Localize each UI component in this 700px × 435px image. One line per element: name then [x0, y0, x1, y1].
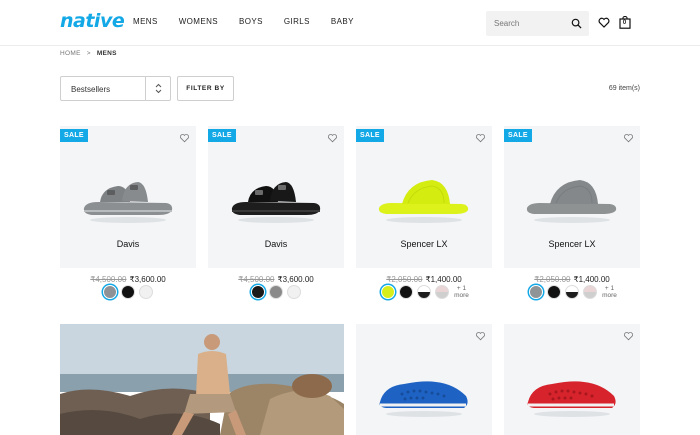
man-sitting-on-rocks-photo	[60, 324, 344, 435]
color-swatch[interactable]	[287, 285, 301, 299]
product-price: ₹2,050.00 ₹1,400.00	[504, 275, 640, 284]
slide-sandal-image[interactable]	[78, 170, 178, 230]
site-header: native MENS WOMENS BOYS GIRLS BABY 0	[0, 0, 700, 46]
sort-select[interactable]: Bestsellers	[60, 76, 171, 101]
more-colors-link[interactable]: + 1 more	[454, 285, 470, 299]
breadcrumb: HOME > MENS	[60, 50, 117, 57]
product-name[interactable]: Davis	[208, 239, 344, 249]
sort-arrows[interactable]	[145, 77, 170, 100]
product-price: ₹4,500.00 ₹3,600.00	[208, 275, 344, 284]
color-swatch[interactable]	[269, 285, 283, 299]
slide-sandal-image[interactable]	[374, 170, 474, 230]
wishlist-heart-icon[interactable]	[327, 133, 338, 143]
main-nav: MENS WOMENS BOYS GIRLS BABY	[133, 17, 375, 26]
cart-button[interactable]: 0	[619, 15, 631, 29]
breadcrumb-home[interactable]: HOME	[60, 50, 81, 57]
product-name[interactable]: Davis	[60, 239, 196, 249]
slide-sandal-image[interactable]	[226, 170, 326, 230]
wishlist-heart-icon[interactable]	[475, 133, 486, 143]
product-name[interactable]: Spencer LX	[504, 239, 640, 249]
sale-price: ₹3,600.00	[129, 275, 166, 284]
up-down-chevron-icon	[155, 83, 162, 94]
nav-item-womens[interactable]: WOMENS	[179, 17, 218, 26]
heart-icon[interactable]	[598, 16, 610, 29]
product-price: ₹4,500.00 ₹3,600.00	[60, 275, 196, 284]
breadcrumb-separator: >	[86, 50, 91, 57]
color-swatches	[60, 285, 196, 299]
color-swatch[interactable]	[528, 285, 543, 299]
search-box[interactable]	[486, 11, 589, 36]
wishlist-heart-icon[interactable]	[623, 331, 634, 341]
cart-count: 0	[622, 20, 627, 26]
nav-item-boys[interactable]: BOYS	[239, 17, 263, 26]
original-price: ₹4,500.00	[238, 275, 275, 284]
color-swatches	[208, 285, 344, 299]
color-swatch[interactable]	[564, 285, 579, 299]
sale-badge: SALE	[60, 129, 88, 142]
color-swatch[interactable]	[121, 285, 135, 299]
wishlist-heart-icon[interactable]	[179, 133, 190, 143]
original-price: ₹2,050.00	[386, 275, 423, 284]
more-colors-link[interactable]: + 1 more	[602, 285, 618, 299]
sale-price: ₹1,400.00	[573, 275, 610, 284]
filter-by-button[interactable]: FILTER BY	[177, 76, 234, 101]
original-price: ₹2,050.00	[534, 275, 571, 284]
color-swatch[interactable]	[139, 285, 153, 299]
color-swatch[interactable]	[582, 285, 597, 299]
perforated-shoe-image[interactable]	[522, 364, 622, 424]
item-count: 69 item(s)	[608, 85, 640, 92]
search-input[interactable]	[494, 17, 564, 30]
color-swatches: + 1 more	[356, 285, 492, 299]
breadcrumb-current: MENS	[96, 50, 117, 57]
wishlist-heart-icon[interactable]	[475, 331, 486, 341]
wishlist-heart-icon[interactable]	[623, 133, 634, 143]
search-icon[interactable]	[571, 18, 582, 29]
perforated-shoe-image[interactable]	[374, 364, 474, 424]
sale-price: ₹1,400.00	[425, 275, 462, 284]
color-swatches: + 1 more	[504, 285, 640, 299]
color-swatch[interactable]	[546, 285, 561, 299]
slide-sandal-image[interactable]	[522, 170, 622, 230]
nav-item-girls[interactable]: GIRLS	[284, 17, 310, 26]
original-price: ₹4,500.00	[90, 275, 127, 284]
color-swatch[interactable]	[434, 285, 449, 299]
sort-select-value: Bestsellers	[71, 85, 111, 94]
sale-price: ₹3,600.00	[277, 275, 314, 284]
nav-item-mens[interactable]: MENS	[133, 17, 158, 26]
product-price: ₹2,050.00 ₹1,400.00	[356, 275, 492, 284]
color-swatch[interactable]	[251, 285, 265, 299]
color-swatch[interactable]	[103, 285, 117, 299]
lifestyle-banner-image[interactable]	[60, 324, 344, 435]
brand-logo[interactable]: native	[60, 10, 125, 32]
color-swatch[interactable]	[398, 285, 413, 299]
sale-badge: SALE	[356, 129, 384, 142]
color-swatch[interactable]	[416, 285, 431, 299]
sale-badge: SALE	[208, 129, 236, 142]
nav-item-baby[interactable]: BABY	[331, 17, 354, 26]
sale-badge: SALE	[504, 129, 532, 142]
product-name[interactable]: Spencer LX	[356, 239, 492, 249]
color-swatch[interactable]	[380, 285, 395, 299]
